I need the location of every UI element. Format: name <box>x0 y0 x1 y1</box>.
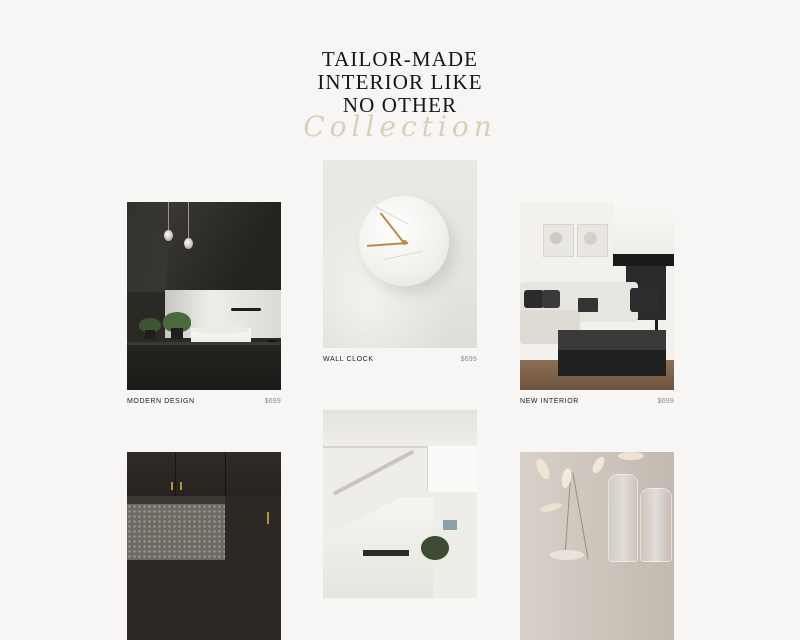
product-meta: WALL CLOCK $699 <box>323 356 477 363</box>
hero-title: TAILOR-MADE INTERIOR LIKE NO OTHER <box>0 48 800 117</box>
product-card-new-interior[interactable]: NEW INTERIOR $699 <box>520 202 674 405</box>
product-image-wall-clock[interactable] <box>323 160 477 348</box>
product-image-staircase[interactable] <box>323 410 477 598</box>
product-price: $699 <box>264 398 281 405</box>
product-meta: MODERN DESIGN $699 <box>127 398 281 405</box>
hero-script-text: Collection <box>303 110 497 143</box>
product-image-new-interior[interactable] <box>520 202 674 390</box>
product-image-vases[interactable] <box>520 452 674 640</box>
product-name[interactable]: NEW INTERIOR <box>520 398 579 405</box>
product-price: $699 <box>460 356 477 363</box>
product-card-modern-design[interactable]: MODERN DESIGN $699 <box>127 202 281 405</box>
product-card-kitchen[interactable] <box>127 452 281 640</box>
product-card-vases[interactable] <box>520 452 674 640</box>
product-name[interactable]: MODERN DESIGN <box>127 398 195 405</box>
product-meta: NEW INTERIOR $699 <box>520 398 674 405</box>
product-image-kitchen[interactable] <box>127 452 281 640</box>
product-name[interactable]: WALL CLOCK <box>323 356 374 363</box>
product-price: $699 <box>657 398 674 405</box>
product-card-wall-clock[interactable]: WALL CLOCK $699 <box>323 160 477 363</box>
hero-title-line-2: INTERIOR LIKE <box>317 70 483 94</box>
product-card-staircase[interactable] <box>323 410 477 598</box>
hero-title-line-1: TAILOR-MADE <box>321 47 479 71</box>
hero: TAILOR-MADE INTERIOR LIKE NO OTHER Colle… <box>0 48 800 144</box>
product-image-modern-design[interactable] <box>127 202 281 390</box>
